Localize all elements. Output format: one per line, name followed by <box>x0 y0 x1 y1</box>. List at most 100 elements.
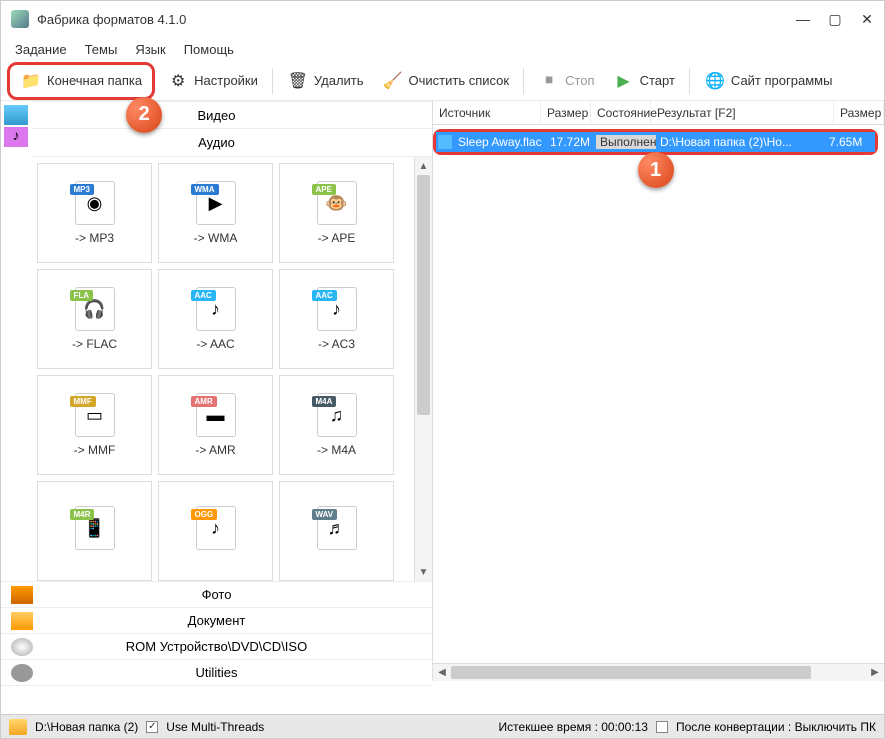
format-file-icon: M4R📱 <box>75 506 115 550</box>
col-size2[interactable]: Размер <box>834 101 884 124</box>
gear-icon <box>11 664 33 682</box>
close-button[interactable]: ✕ <box>860 12 874 26</box>
cell-size2: 7.65M <box>825 135 875 149</box>
col-source[interactable]: Источник <box>433 101 541 124</box>
menu-task[interactable]: Задание <box>15 42 67 57</box>
col-size[interactable]: Размер <box>541 101 591 124</box>
category-audio[interactable]: Аудио <box>31 129 432 157</box>
app-icon <box>11 10 29 28</box>
maximize-button[interactable]: ▢ <box>828 12 842 26</box>
scroll-thumb[interactable] <box>417 175 430 415</box>
format-glyph-icon: ♪ <box>211 299 220 320</box>
format-tag: FLA <box>70 290 94 301</box>
toolbar-separator <box>689 68 690 94</box>
format-glyph-icon: 🎧 <box>83 299 105 320</box>
left-pane: ♪ Видео Аудио MP3◉-> MP3WMA▶-> WMAAPE🐵->… <box>1 101 433 681</box>
after-conversion-label: После конвертации : Выключить ПК <box>676 720 876 734</box>
multi-threads-checkbox[interactable] <box>146 721 158 733</box>
format-item-aac[interactable]: AAC♪-> AC3 <box>279 269 394 369</box>
format-tag: MP3 <box>70 184 94 195</box>
category-document-label: Документ <box>41 613 432 628</box>
horizontal-scrollbar[interactable]: ◀ ▶ <box>433 663 884 681</box>
format-item-m4r[interactable]: M4R📱 <box>37 481 152 581</box>
output-folder-button[interactable]: 📁 Конечная папка <box>14 67 148 95</box>
format-tag: WAV <box>312 509 338 520</box>
format-item-amr[interactable]: AMR▬-> AMR <box>158 375 273 475</box>
stop-label: Стоп <box>565 73 594 88</box>
format-file-icon: M4A♫ <box>317 393 357 437</box>
audio-category-icon[interactable]: ♪ <box>4 127 28 147</box>
format-tag: OGG <box>191 509 218 520</box>
folder-icon: 📁 <box>20 70 42 92</box>
menubar: Задание Темы Язык Помощь <box>1 37 884 61</box>
format-glyph-icon: ♪ <box>211 518 220 539</box>
format-item-ogg[interactable]: OGG♪ <box>158 481 273 581</box>
toolbar-separator <box>272 68 273 94</box>
format-scrollbar[interactable]: ▲ ▼ <box>414 157 432 581</box>
after-conversion-checkbox[interactable] <box>656 721 668 733</box>
main-area: ♪ Видео Аудио MP3◉-> MP3WMA▶-> WMAAPE🐵->… <box>1 101 884 681</box>
stop-button[interactable]: ⏹ Стоп <box>532 67 600 95</box>
format-area: ♪ Видео Аудио MP3◉-> MP3WMA▶-> WMAAPE🐵->… <box>1 101 432 581</box>
folder-icon[interactable] <box>9 719 27 735</box>
disc-icon <box>11 638 33 656</box>
format-label: -> APE <box>318 231 356 245</box>
list-row[interactable]: Sleep Away.flac 17.72M Выполнено D:\Нова… <box>436 132 875 152</box>
elapsed-time: Истекшее время : 00:00:13 <box>499 720 648 734</box>
h-scroll-thumb[interactable] <box>451 666 811 679</box>
col-result[interactable]: Результат [F2] <box>651 101 834 124</box>
delete-icon: 🗑 <box>287 70 309 92</box>
minimize-button[interactable]: — <box>796 12 810 26</box>
menu-language[interactable]: Язык <box>135 42 165 57</box>
scroll-up-icon[interactable]: ▲ <box>415 157 432 175</box>
format-item-mmf[interactable]: MMF▭-> MMF <box>37 375 152 475</box>
format-item-fla[interactable]: FLA🎧 -> FLAC <box>37 269 152 369</box>
video-category-icon[interactable] <box>4 105 28 125</box>
callout-row: Sleep Away.flac 17.72M Выполнено D:\Нова… <box>433 129 878 155</box>
output-folder-label: Конечная папка <box>47 73 142 88</box>
format-label: -> FLAC <box>72 337 117 351</box>
category-utilities[interactable]: Utilities <box>1 660 432 686</box>
format-item-aac[interactable]: AAC♪-> AAC <box>158 269 273 369</box>
category-sidebar: ♪ <box>1 101 31 581</box>
audio-file-icon <box>438 135 452 149</box>
format-file-icon: FLA🎧 <box>75 287 115 331</box>
scroll-down-icon[interactable]: ▼ <box>415 563 432 581</box>
format-item-wav[interactable]: WAV♬ <box>279 481 394 581</box>
format-item-m4a[interactable]: M4A♫-> M4A <box>279 375 394 475</box>
format-item-ape[interactable]: APE🐵-> APE <box>279 163 394 263</box>
format-file-icon: MMF▭ <box>75 393 115 437</box>
format-tag: AMR <box>191 396 217 407</box>
format-label: -> AAC <box>196 337 234 351</box>
format-glyph-icon: ♪ <box>332 299 341 320</box>
cell-size: 17.72M <box>546 135 596 149</box>
format-file-icon: AAC♪ <box>317 287 357 331</box>
category-document[interactable]: Документ <box>1 608 432 634</box>
delete-label: Удалить <box>314 73 364 88</box>
format-item-mp3[interactable]: MP3◉-> MP3 <box>37 163 152 263</box>
format-glyph-icon: ▭ <box>86 405 103 426</box>
format-item-wma[interactable]: WMA▶-> WMA <box>158 163 273 263</box>
menu-themes[interactable]: Темы <box>85 42 118 57</box>
callout-badge-2: 2 <box>126 97 162 133</box>
settings-button[interactable]: ⚙ Настройки <box>161 67 264 95</box>
category-rom[interactable]: ROM Устройство\DVD\CD\ISO <box>1 634 432 660</box>
clear-list-label: Очистить список <box>409 73 510 88</box>
clear-list-button[interactable]: 🧹 Очистить список <box>376 67 516 95</box>
scroll-left-icon[interactable]: ◀ <box>433 664 451 681</box>
col-state[interactable]: Состояние <box>591 101 651 124</box>
start-button[interactable]: ▶ Старт <box>607 67 681 95</box>
delete-button[interactable]: 🗑 Удалить <box>281 67 370 95</box>
category-video[interactable]: Видео <box>31 101 432 129</box>
callout-output-folder: 📁 Конечная папка 2 <box>7 62 155 100</box>
status-path: D:\Новая папка (2) <box>35 720 138 734</box>
menu-help[interactable]: Помощь <box>184 42 234 57</box>
scroll-right-icon[interactable]: ▶ <box>866 664 884 681</box>
category-photo[interactable]: Фото <box>1 582 432 608</box>
site-button[interactable]: 🌐 Сайт программы <box>698 67 839 95</box>
format-file-icon: WMA▶ <box>196 181 236 225</box>
format-glyph-icon: ▶ <box>209 193 223 214</box>
right-pane: Источник Размер Состояние Результат [F2]… <box>433 101 884 681</box>
category-photo-label: Фото <box>41 587 432 602</box>
category-video-label: Видео <box>41 108 432 123</box>
